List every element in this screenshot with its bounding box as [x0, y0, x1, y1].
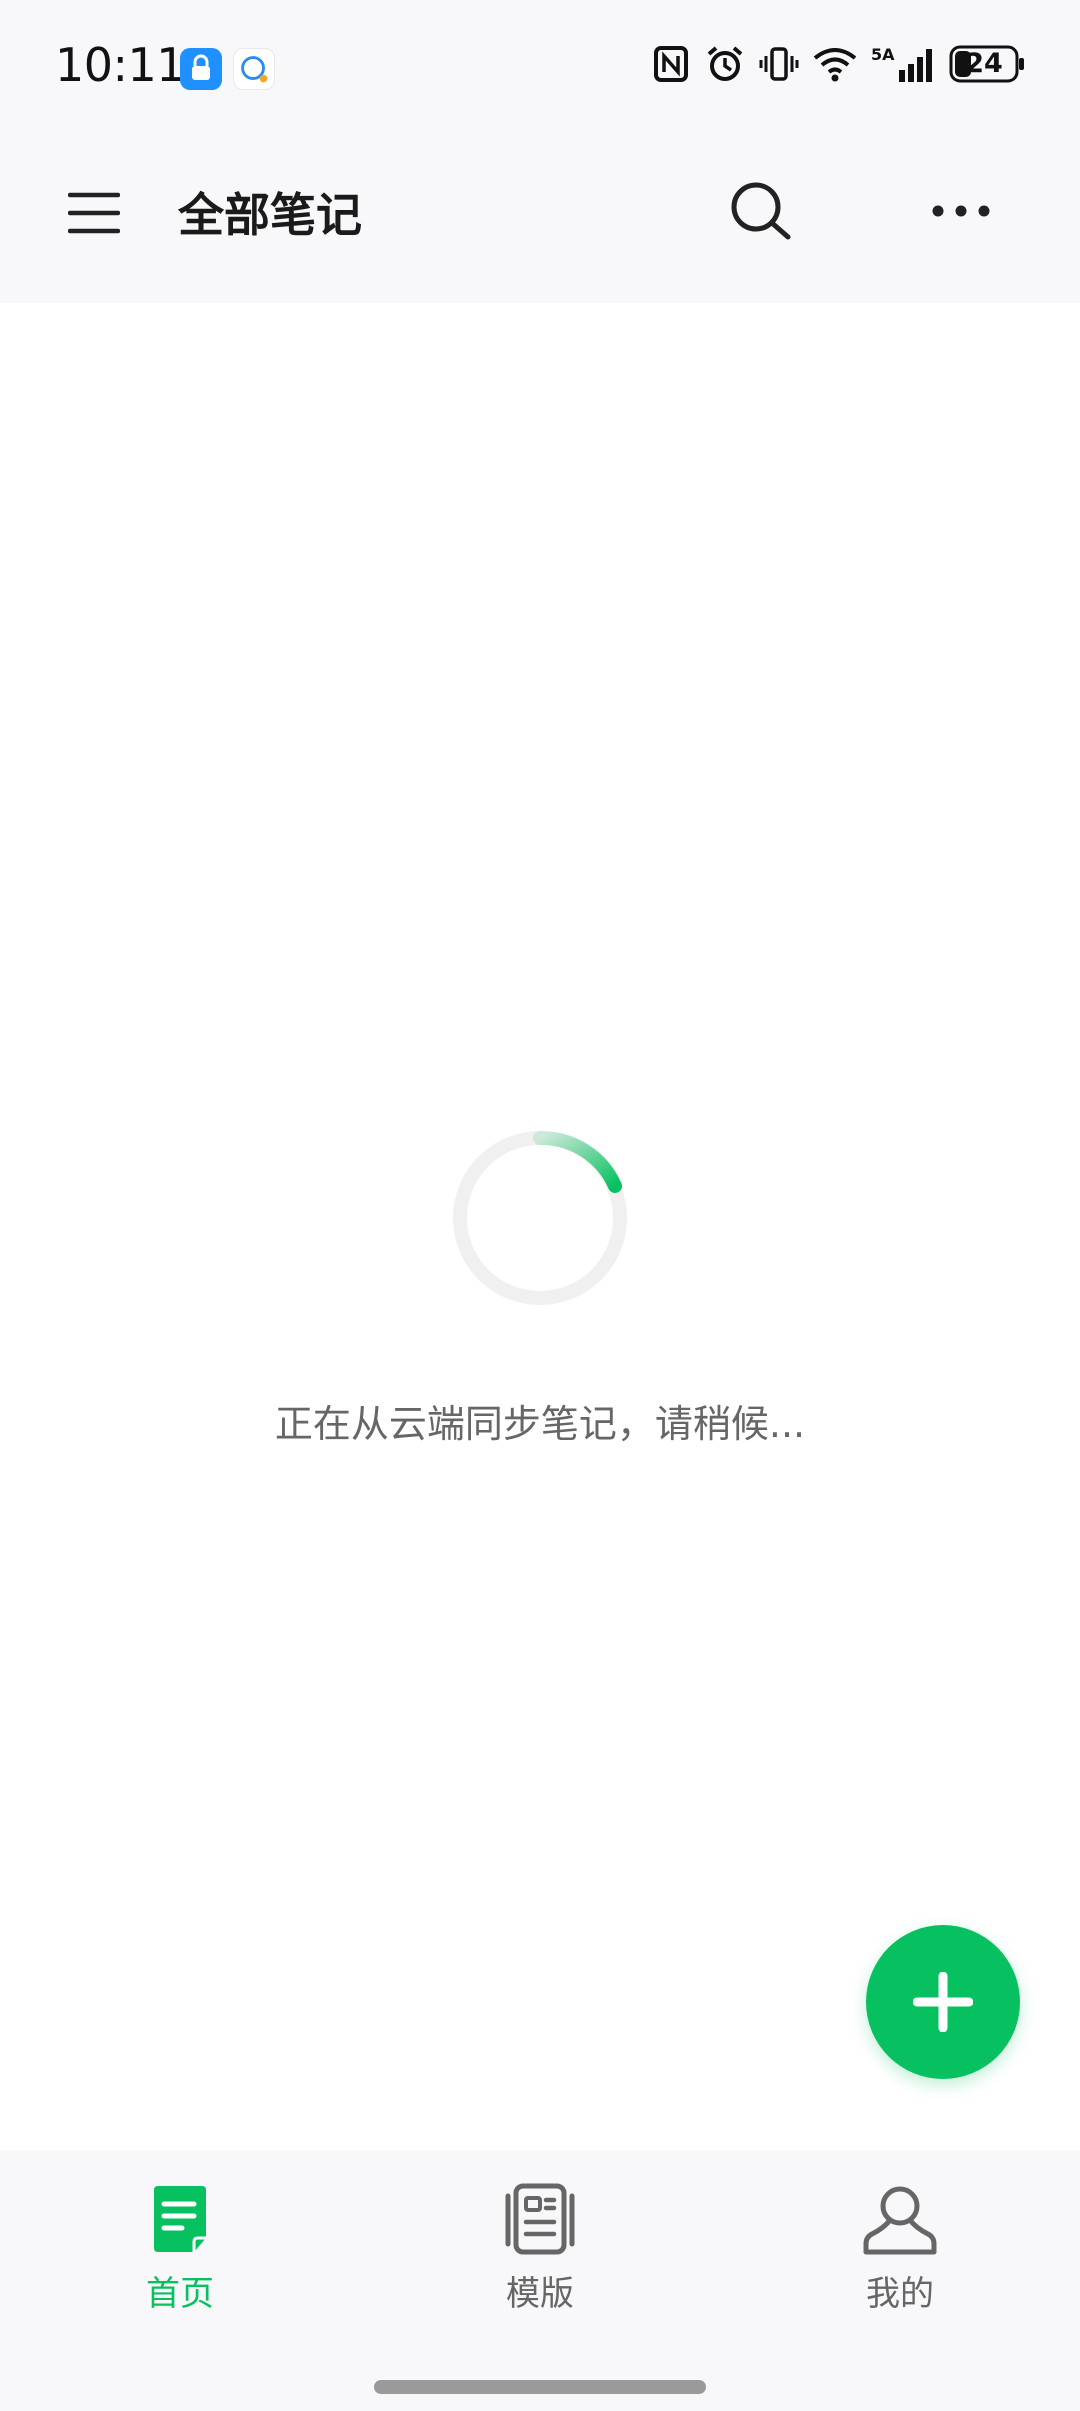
- app-bar: 全部笔记: [0, 125, 1080, 303]
- alarm-icon: [707, 46, 743, 81]
- more-options-icon[interactable]: [930, 197, 992, 225]
- nav-item-templates[interactable]: 模版: [430, 2180, 650, 2330]
- app-lock-notification-icon: [180, 48, 222, 90]
- battery-level: 24: [965, 48, 1003, 79]
- menu-icon[interactable]: [68, 187, 120, 239]
- nfc-icon: [654, 46, 688, 82]
- sync-status-message: 正在从云端同步笔记，请稍候...: [274, 1402, 806, 1446]
- network-type-label: 5A: [871, 45, 895, 64]
- nav-label-home: 首页: [146, 2274, 214, 2314]
- status-bar: 10:11 5A 24: [0, 0, 1080, 125]
- new-note-button[interactable]: [866, 1925, 1020, 2079]
- nav-item-home[interactable]: 首页: [70, 2180, 290, 2330]
- nav-label-mine: 我的: [866, 2274, 934, 2314]
- page-title: 全部笔记: [178, 188, 362, 242]
- loading-spinner: [450, 1128, 630, 1308]
- status-time: 10:11: [55, 38, 186, 92]
- status-icons: 5A 24: [651, 44, 1025, 84]
- nav-label-templates: 模版: [506, 2274, 574, 2314]
- nav-item-mine[interactable]: 我的: [790, 2180, 1010, 2330]
- bottom-navigation: 首页 模版 我的: [0, 2150, 1080, 2411]
- vibrate-icon: [759, 47, 799, 81]
- home-indicator[interactable]: [374, 2380, 706, 2394]
- battery-icon: 24: [949, 45, 1025, 83]
- user-profile-icon: [863, 2186, 937, 2255]
- search-icon[interactable]: [726, 177, 794, 245]
- template-icon: [505, 2183, 575, 2255]
- wifi-icon: [813, 48, 857, 82]
- plus-icon: [913, 1972, 973, 2032]
- note-icon: [154, 2186, 206, 2252]
- chat-notification-icon: [233, 48, 275, 90]
- cellular-signal-icon: 5A: [871, 45, 932, 82]
